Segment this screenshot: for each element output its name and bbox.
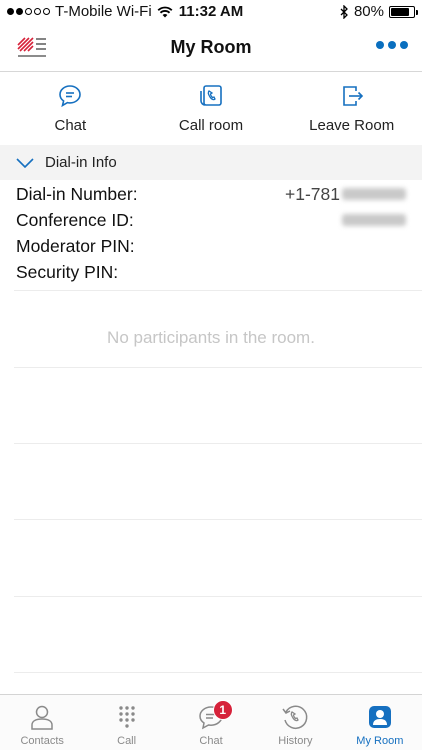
- moderator-pin-row: Moderator PIN:: [0, 233, 422, 259]
- tab-history-label: History: [278, 735, 313, 747]
- dialin-info-toggle[interactable]: Dial-in Info: [0, 145, 422, 180]
- battery-percent: 80%: [353, 3, 384, 20]
- signal-strength-icon: [7, 8, 50, 15]
- bluetooth-icon: [340, 4, 348, 19]
- conference-id-value: [340, 214, 406, 226]
- list-divider: [14, 519, 422, 520]
- nav-bar: My Room: [0, 24, 422, 72]
- leave-room-label: Leave Room: [309, 117, 395, 134]
- history-icon: [282, 705, 308, 729]
- status-left: T-Mobile Wi-Fi: [7, 3, 173, 20]
- more-options-button[interactable]: [376, 41, 408, 49]
- battery-icon: [389, 5, 418, 18]
- chat-action-button[interactable]: Chat: [0, 73, 141, 145]
- list-divider: [14, 290, 422, 291]
- chat-bubble-icon: [59, 85, 82, 108]
- dialin-number-text: +1-781: [285, 183, 340, 204]
- tab-history[interactable]: History: [253, 695, 337, 750]
- tab-contacts-label: Contacts: [20, 735, 64, 747]
- conference-id-row: Conference ID:: [0, 207, 422, 233]
- keypad-icon: [118, 706, 135, 728]
- list-divider: [14, 367, 422, 368]
- list-divider: [14, 596, 422, 597]
- my-room-icon: [368, 706, 391, 728]
- tab-contacts[interactable]: Contacts: [0, 695, 84, 750]
- status-right: 80%: [340, 3, 418, 20]
- redacted-text: [342, 188, 406, 200]
- dialin-number-label: Dial-in Number:: [16, 183, 138, 204]
- tab-chat[interactable]: 1 Chat: [169, 695, 253, 750]
- redacted-text: [342, 214, 406, 226]
- page-title: My Room: [170, 37, 252, 57]
- leave-room-button[interactable]: Leave Room: [281, 73, 422, 145]
- tab-my-room-label: My Room: [356, 735, 404, 747]
- more-dots-icon: [376, 41, 384, 49]
- person-icon: [31, 705, 53, 730]
- tab-bar: Contacts Call 1 Chat History My Room: [0, 694, 422, 750]
- call-room-icon: [200, 85, 222, 106]
- tab-call-label: Call: [117, 735, 137, 747]
- wifi-icon: [157, 6, 173, 17]
- security-pin-label: Security PIN:: [16, 261, 119, 282]
- chat-unread-badge: 1: [212, 700, 233, 720]
- room-actions: Chat Call room Leave Room: [0, 73, 422, 145]
- status-bar: T-Mobile Wi-Fi 11:32 AM 80%: [0, 0, 422, 24]
- tab-my-room[interactable]: My Room: [338, 695, 422, 750]
- empty-participants-message: No participants in the room.: [107, 328, 315, 347]
- tab-call[interactable]: Call: [84, 695, 168, 750]
- chat-action-label: Chat: [54, 117, 87, 134]
- carrier-label: T-Mobile Wi-Fi: [55, 3, 152, 20]
- leave-room-icon: [342, 86, 363, 106]
- list-divider: [14, 443, 422, 444]
- call-room-label: Call room: [178, 117, 244, 134]
- chevron-down-icon: [16, 157, 34, 168]
- tab-chat-label: Chat: [199, 735, 223, 747]
- dialin-info: Dial-in Number: +1-781 Conference ID: Mo…: [0, 181, 422, 285]
- list-divider: [14, 672, 422, 673]
- conference-id-label: Conference ID:: [16, 209, 134, 230]
- dialin-number-value[interactable]: +1-781: [285, 184, 406, 205]
- moderator-pin-label: Moderator PIN:: [16, 235, 135, 256]
- dialin-info-label: Dial-in Info: [45, 154, 117, 171]
- call-room-button[interactable]: Call room: [141, 73, 282, 145]
- dialin-number-row: Dial-in Number: +1-781: [0, 181, 422, 207]
- security-pin-row: Security PIN:: [0, 259, 422, 285]
